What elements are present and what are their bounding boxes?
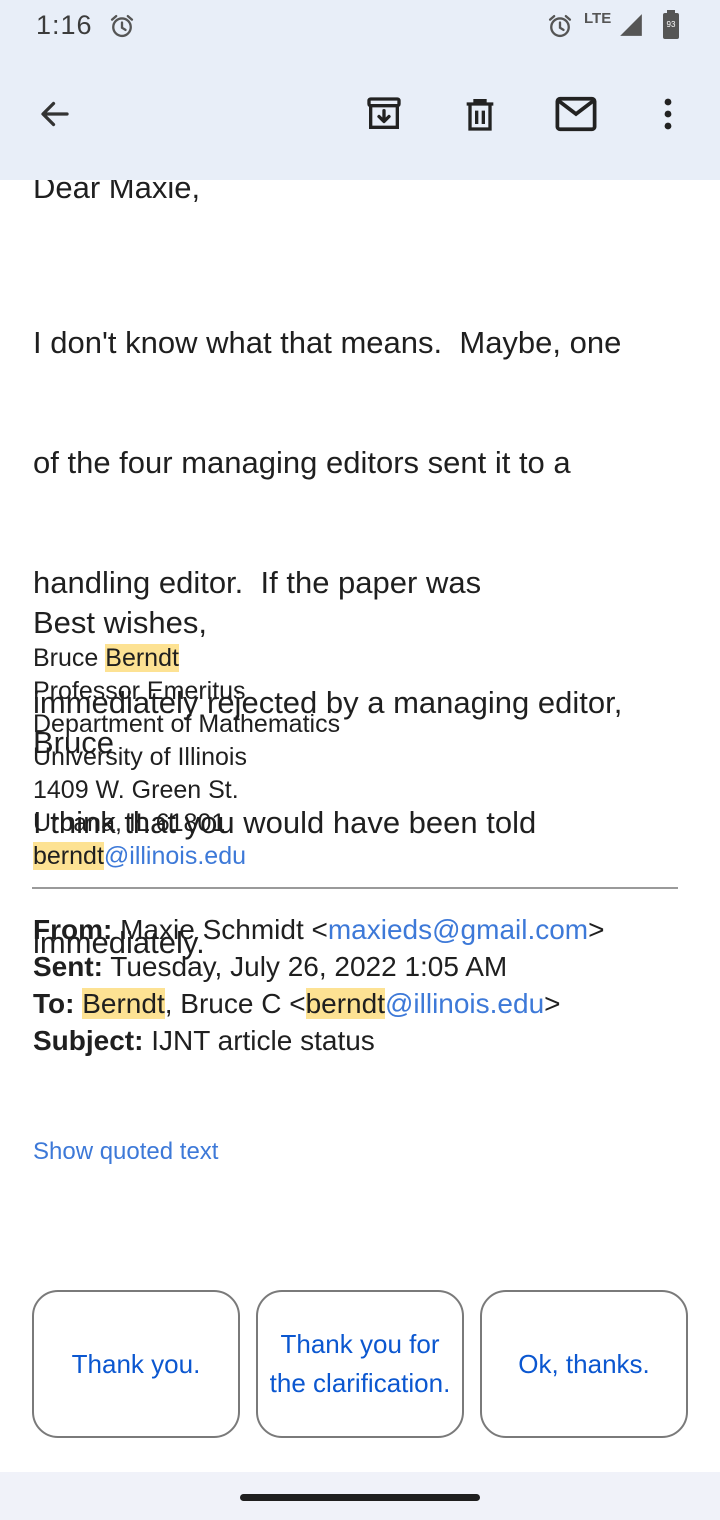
more-vert-icon [662, 97, 674, 136]
search-highlight: berndt [33, 842, 104, 870]
status-bar: 1:16 LTE 93 [0, 0, 720, 52]
more-options-button[interactable] [640, 88, 696, 144]
signature-block: Bruce Berndt Professor Emeritus Departme… [33, 642, 340, 873]
greeting: Dear Maxie, [33, 180, 201, 205]
from-email-link[interactable]: maxieds@gmail.com [328, 914, 588, 945]
archive-icon [364, 94, 404, 139]
smart-reply-ok-thanks[interactable]: Ok, thanks. [480, 1290, 688, 1438]
mark-unread-button[interactable] [548, 88, 604, 144]
search-highlight: Berndt [105, 644, 179, 672]
to-email-link[interactable]: berndt@illinois.edu [305, 988, 544, 1019]
divider [32, 887, 678, 889]
signature-name: Bruce Berndt [33, 644, 179, 672]
alarm-icon [546, 12, 574, 45]
status-time: 1:16 [36, 10, 93, 40]
show-quoted-text-link[interactable]: Show quoted text [33, 1138, 218, 1166]
network-type-label: LTE [584, 10, 612, 27]
mark-unread-icon [554, 94, 598, 139]
quoted-header: From: Maxie Schmidt <maxieds@gmail.com> … [33, 911, 605, 1059]
archive-button[interactable] [356, 88, 412, 144]
signature-street: 1409 W. Green St. [33, 776, 239, 804]
signature-email-link[interactable]: berndt@illinois.edu [33, 840, 340, 873]
delete-icon [460, 94, 500, 139]
back-button[interactable] [27, 88, 83, 144]
closing-line: Best wishes, [33, 605, 208, 640]
from-line: From: Maxie Schmidt <maxieds@gmail.com> [33, 914, 605, 945]
app-bar [0, 52, 720, 180]
signature-city: Urbana, IL 61801 [33, 809, 226, 837]
email-body: Dear Maxie, I don't know what that means… [0, 180, 720, 1472]
sent-line: Sent: Tuesday, July 26, 2022 1:05 AM [33, 951, 508, 982]
smart-reply-thank-you[interactable]: Thank you. [32, 1290, 240, 1438]
body-line: of the four managing editors sent it to … [33, 445, 571, 480]
signature-university: University of Illinois [33, 743, 247, 771]
alarm-icon [108, 12, 136, 45]
status-icons: LTE 93 [546, 10, 686, 42]
body-line: I don't know what that means. Maybe, one [33, 325, 622, 360]
battery-icon: 93 [662, 10, 680, 40]
home-gesture-handle[interactable] [240, 1494, 480, 1501]
delete-button[interactable] [452, 88, 508, 144]
navigation-bar [0, 1472, 720, 1520]
back-arrow-icon [37, 96, 73, 137]
signature-department: Department of Mathematics [33, 710, 341, 738]
smart-reply-clarification[interactable]: Thank you for the clarification. [256, 1290, 464, 1438]
battery-level: 93 [666, 20, 676, 29]
search-highlight: Berndt [82, 988, 165, 1019]
signature-title: Professor Emeritus [33, 677, 246, 705]
subject-line: Subject: IJNT article status [33, 1025, 375, 1056]
to-line: To: Berndt, Bruce C <berndt@illinois.edu… [33, 988, 561, 1019]
signal-icon [618, 12, 644, 43]
